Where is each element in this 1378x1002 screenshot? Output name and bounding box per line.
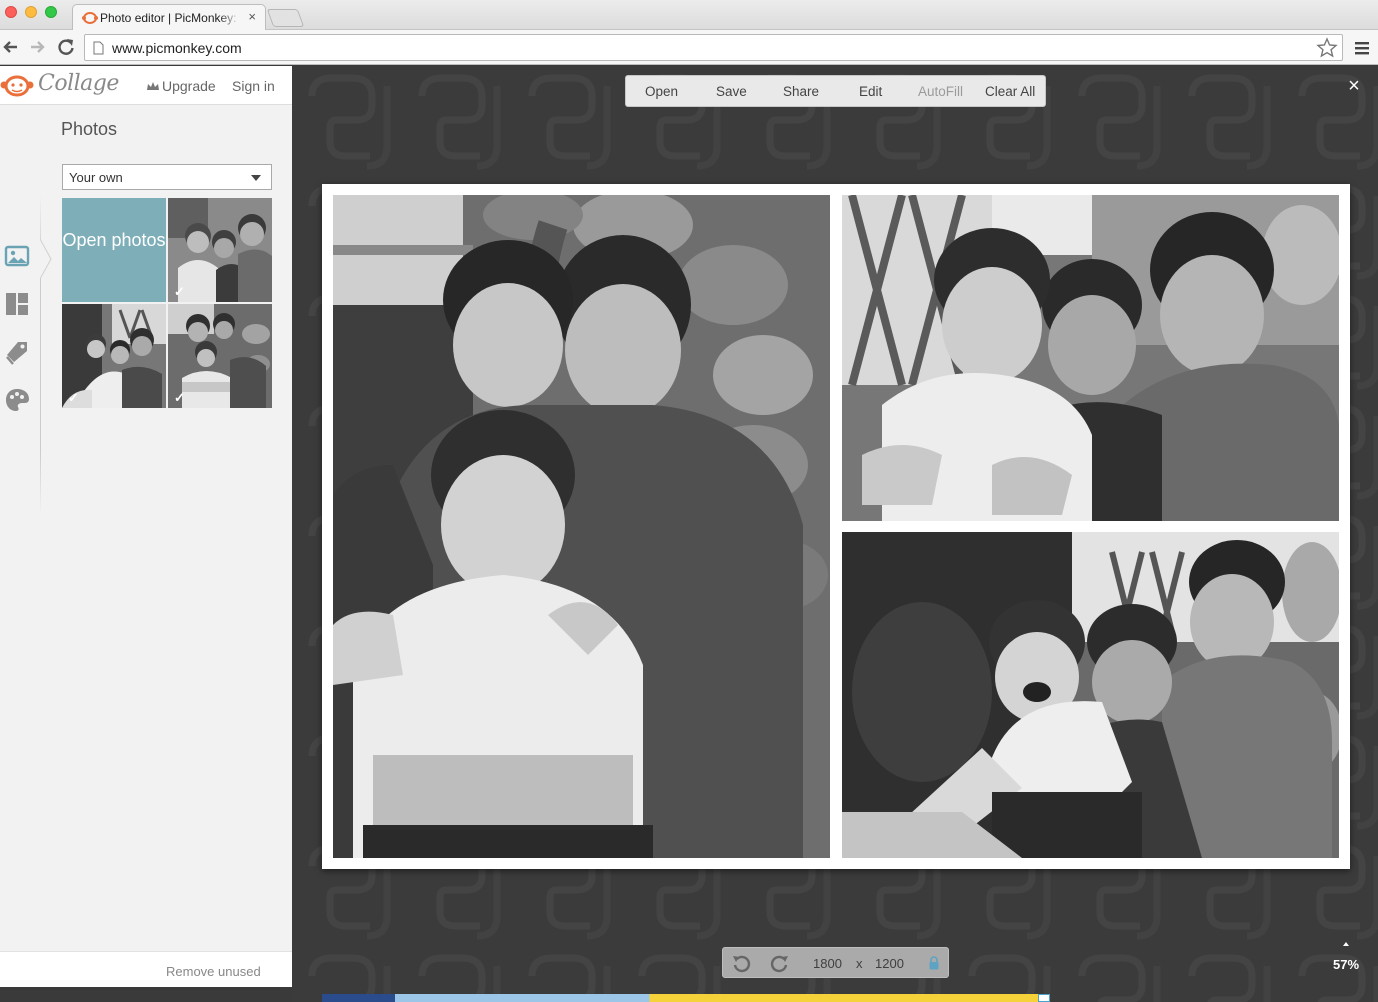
menu-save[interactable]: Save [716, 84, 747, 99]
background-palette-icon[interactable] [4, 387, 30, 413]
collage-side-panel: Collage Upgrade Sign in Photos Your own … [0, 66, 292, 987]
used-check-icon: ✓ [68, 390, 79, 405]
zoom-expand-icon[interactable] [1343, 942, 1349, 946]
reload-icon[interactable] [55, 36, 77, 58]
photo-thumbnail-grid: Open photos ✓ ✓ ✓ [62, 198, 272, 408]
collage-cell-top-right[interactable] [842, 195, 1339, 521]
photo-source-select[interactable]: Your own [62, 164, 272, 190]
canvas-width-value[interactable]: 1800 [813, 956, 842, 971]
bookmark-star-icon[interactable] [1316, 37, 1338, 59]
used-check-icon: ✓ [174, 390, 185, 405]
menu-clear-all[interactable]: Clear All [985, 84, 1035, 99]
menu-autofill[interactable]: AutoFill [918, 84, 963, 99]
tab-close-icon[interactable]: × [248, 9, 256, 24]
photo-three-boys-on-rocks [333, 195, 830, 858]
photo-thumbnail[interactable]: ✓ [62, 304, 166, 408]
collage-cell-left[interactable] [333, 195, 830, 858]
used-check-icon: ✓ [174, 284, 185, 299]
new-tab-button[interactable] [266, 9, 305, 27]
sign-in-link[interactable]: Sign in [232, 78, 275, 94]
photo-source-value: Your own [69, 170, 123, 185]
rail-selection-arrow [40, 239, 52, 279]
tab-title: Photo editor | PicMonkey: Photo Editing … [100, 11, 240, 25]
upgrade-link[interactable]: Upgrade [146, 78, 216, 94]
collage-workspace: Open Save Share Edit AutoFill Clear All … [292, 66, 1378, 1002]
photo-boys-laughing-on-steps [842, 532, 1339, 858]
photo-thumbnail[interactable]: ✓ [168, 198, 272, 302]
remove-unused-link[interactable]: Remove unused [166, 964, 261, 979]
picmonkey-logo-icon[interactable] [0, 74, 34, 98]
forward-arrow-icon[interactable] [26, 36, 48, 58]
embellishments-icon[interactable] [4, 339, 30, 365]
browser-toolbar: www.picmonkey.com [0, 30, 1378, 65]
browser-tab-picmonkey[interactable]: Photo editor | PicMonkey: Photo Editing … [72, 4, 266, 31]
menu-share[interactable]: Share [783, 84, 819, 99]
panel-footer: Remove unused [0, 951, 292, 987]
back-arrow-icon[interactable] [0, 36, 22, 58]
rotate-right-icon[interactable] [768, 953, 790, 975]
url-text: www.picmonkey.com [112, 40, 242, 56]
rotate-left-icon[interactable] [731, 953, 753, 975]
canvas-size-bar: 1800 x 1200 [722, 947, 949, 978]
collage-cell-bottom-right[interactable] [842, 532, 1339, 858]
photo-thumbnail[interactable]: ✓ [168, 304, 272, 408]
photos-icon[interactable] [4, 243, 30, 269]
advertisement-banner[interactable] [322, 994, 1050, 1002]
menu-open[interactable]: Open [645, 84, 678, 99]
dimension-separator: x [856, 956, 863, 971]
collage-canvas [322, 184, 1350, 869]
window-close-button[interactable] [5, 6, 17, 18]
photo-three-boys-smiling [842, 195, 1339, 521]
address-bar[interactable]: www.picmonkey.com [84, 34, 1343, 61]
chevron-down-icon [251, 175, 261, 181]
open-photos-button[interactable]: Open photos [62, 198, 166, 302]
photos-section-title: Photos [61, 119, 118, 139]
ad-choices-icon[interactable] [1038, 994, 1050, 1002]
aspect-lock-icon[interactable] [929, 956, 939, 970]
picmonkey-favicon-icon [82, 12, 98, 24]
canvas-height-value[interactable]: 1200 [875, 956, 904, 971]
menu-edit[interactable]: Edit [859, 84, 882, 99]
collage-logo-text: Collage [38, 71, 119, 96]
browser-menu-icon[interactable] [1352, 38, 1372, 58]
crown-icon [147, 82, 159, 90]
window-zoom-button[interactable] [45, 6, 57, 18]
upgrade-label: Upgrade [162, 78, 216, 94]
panel-header: Collage Upgrade Sign in [0, 66, 292, 105]
layouts-icon[interactable] [4, 291, 30, 317]
window-minimize-button[interactable] [25, 6, 37, 18]
tool-rail [0, 105, 52, 985]
page-icon [93, 41, 104, 55]
collage-menu-bar: Open Save Share Edit AutoFill Clear All [625, 75, 1046, 107]
browser-titlebar: Photo editor | PicMonkey: Photo Editing … [0, 0, 1378, 31]
close-icon[interactable]: × [1344, 76, 1364, 96]
zoom-level[interactable]: 57% [1333, 957, 1359, 972]
